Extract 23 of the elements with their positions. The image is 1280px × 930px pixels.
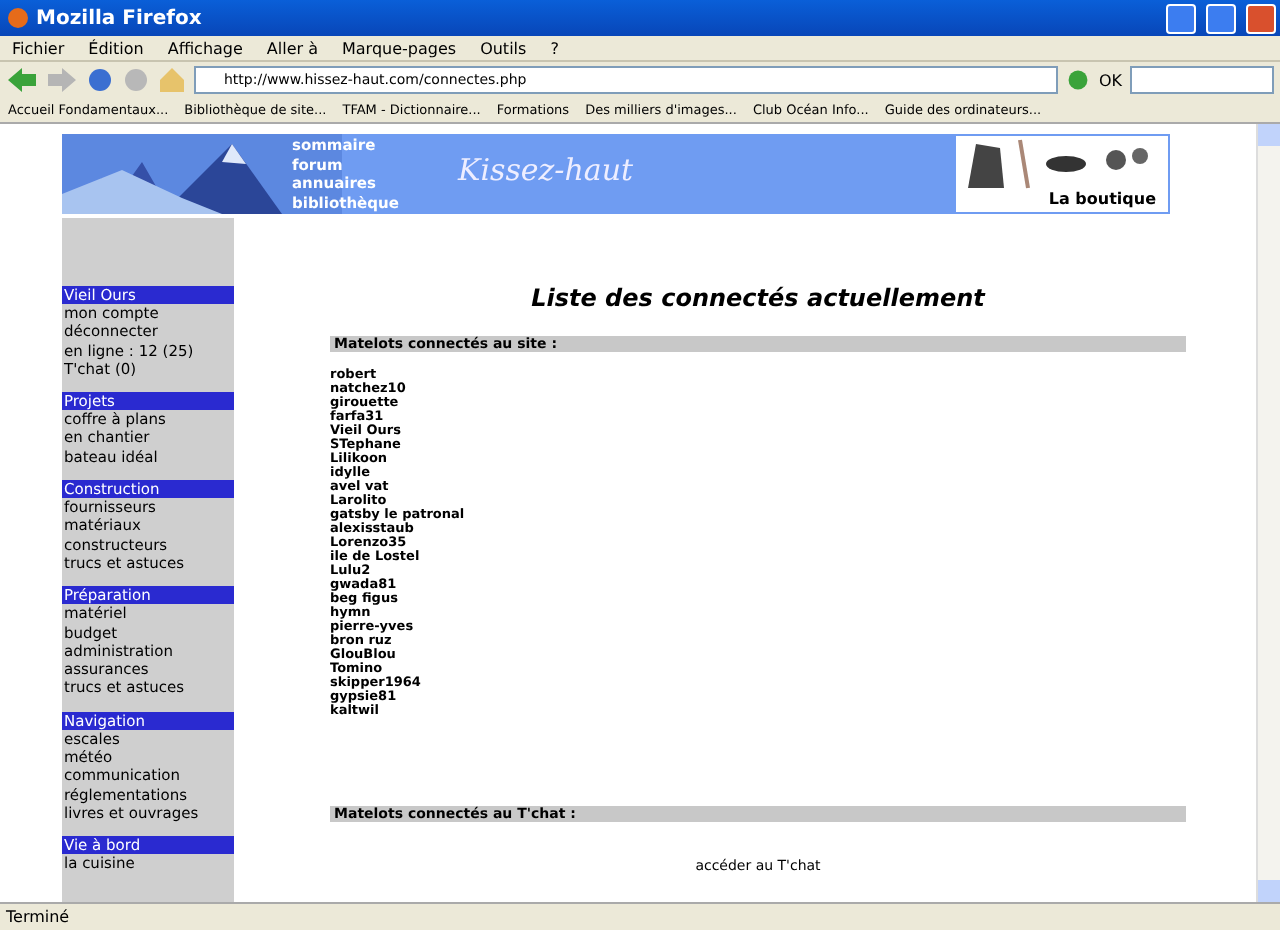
home-icon[interactable] xyxy=(158,66,186,94)
shop-label: La boutique xyxy=(1048,190,1156,208)
search-field[interactable] xyxy=(1130,66,1274,94)
scrollbar[interactable] xyxy=(1256,124,1280,902)
minimize-button[interactable] xyxy=(1166,3,1196,33)
shop-banner[interactable]: La boutique xyxy=(954,134,1170,214)
window-title: Mozilla Firefox xyxy=(36,7,204,29)
menu-item[interactable]: Fichier xyxy=(12,39,65,57)
menu-item[interactable]: Aller à xyxy=(266,39,318,57)
menu-item[interactable]: ? xyxy=(550,39,559,57)
page-title: Liste des connectés actuellement xyxy=(529,284,988,312)
menu-item[interactable]: Marque-pages xyxy=(342,39,457,57)
site-logo: Kissez-haut xyxy=(458,152,634,188)
back-arrow-icon[interactable] xyxy=(6,66,38,94)
maximize-button[interactable] xyxy=(1206,3,1236,33)
close-button[interactable] xyxy=(1246,3,1276,33)
status-text: Terminé xyxy=(0,902,1280,930)
go-button[interactable]: OK xyxy=(1098,71,1122,89)
menu-item[interactable]: Édition xyxy=(88,39,144,57)
menu-item[interactable]: Affichage xyxy=(167,39,243,57)
menu-item[interactable]: Outils xyxy=(480,39,527,57)
forward-arrow-icon[interactable] xyxy=(46,66,78,94)
browser-logo-icon xyxy=(6,6,30,30)
